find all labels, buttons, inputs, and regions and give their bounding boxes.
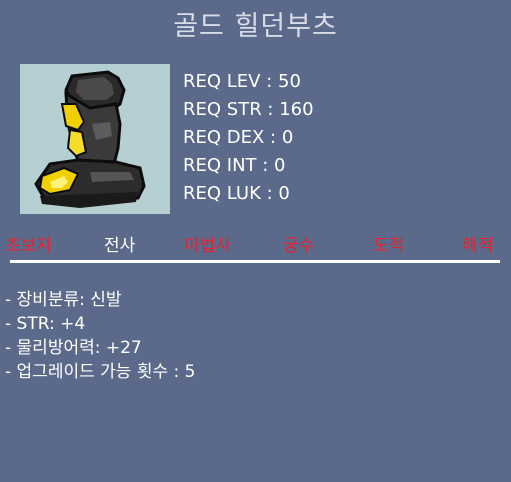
class-magician: 마법사 — [184, 236, 231, 256]
gold-boot-icon — [34, 70, 146, 208]
class-list: 초보자 전사 마법사 궁수 도적 해적 — [0, 231, 511, 259]
req-level: REQ LEV : 50 — [183, 71, 301, 92]
item-stats: - 장비분류: 신발 - STR: +4 - 물리방어력: +27 - 업그레이… — [5, 288, 195, 384]
req-int: REQ INT : 0 — [183, 155, 286, 176]
stat-physical-defense: - 물리방어력: +27 — [5, 338, 142, 358]
class-bowman: 궁수 — [283, 236, 315, 256]
item-title: 골드 힐던부츠 — [173, 11, 338, 42]
stat-category: - 장비분류: 신발 — [5, 290, 122, 310]
class-beginner: 초보자 — [5, 236, 52, 256]
stat-str: - STR: +4 — [5, 314, 86, 334]
class-warrior: 전사 — [104, 236, 136, 256]
requirements-list: REQ LEV : 50 REQ STR : 160 REQ DEX : 0 R… — [183, 68, 314, 208]
item-image — [20, 64, 170, 214]
class-pirate: 해적 — [462, 236, 494, 256]
divider — [10, 260, 500, 263]
req-luk: REQ LUK : 0 — [183, 183, 290, 204]
class-thief: 도적 — [373, 236, 405, 256]
stat-upgrade-slots: - 업그레이드 가능 횟수 : 5 — [5, 362, 196, 382]
req-str: REQ STR : 160 — [183, 99, 314, 120]
req-dex: REQ DEX : 0 — [183, 127, 294, 148]
